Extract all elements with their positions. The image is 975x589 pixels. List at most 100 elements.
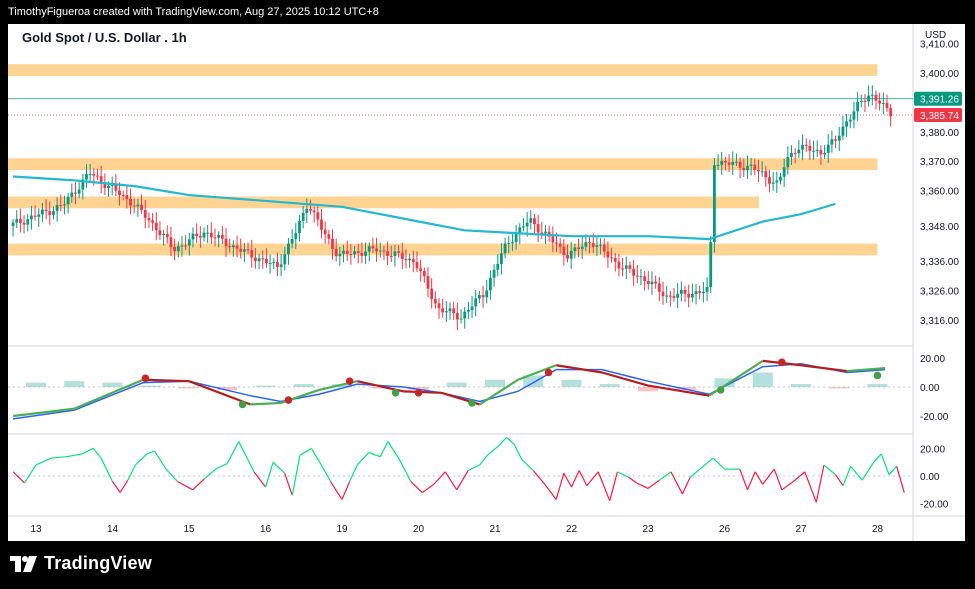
oscillator-axis-label: 20.00 [920,444,945,455]
candle-body [191,233,195,240]
candle-body [782,167,786,177]
oscillator-segment [570,470,580,488]
chart-card[interactable]: 3,316.00 3,326.00 3,336.00 3,348.00 3,360.00… [8,24,965,541]
candle-body [753,164,757,170]
macd-cross-dot [238,400,247,409]
candle-body [118,190,121,196]
candle-body [885,102,889,109]
candle-body [500,253,503,265]
candle-body [646,280,650,285]
candle-body [632,268,636,276]
zone-3 [8,243,878,256]
candle-body [757,169,760,172]
candle-body [786,156,790,168]
candle-body [720,160,724,165]
candle-body [672,296,676,298]
candle-body [158,230,162,236]
price-tick-label: 3,400.00 [920,69,959,80]
candle-body [353,251,356,255]
candle-body [525,222,529,227]
candle-body [768,177,771,184]
price-tick-label: 3,336.00 [920,257,959,268]
candle-body [15,219,19,223]
candle-body [812,150,815,152]
oscillator-segment [226,441,240,464]
oscillator-segment [498,436,507,447]
oscillator-segment [421,483,435,494]
candle-body [790,153,793,157]
oscillator-segment [880,453,890,475]
candle-body [408,258,412,261]
oscillator-segment [681,477,691,495]
candle-body [367,246,371,252]
candle-body [213,237,217,239]
oscillator-segment [135,453,148,466]
candle-body [830,139,834,145]
macd-signal-line [12,363,886,420]
candle-body [841,126,845,136]
candle-body [779,176,782,181]
candle-body [11,222,15,226]
candle-body [246,249,250,251]
candle-body [349,254,353,256]
candle-body [522,226,525,228]
oscillator-segment [12,471,25,484]
candle-body [378,250,382,252]
tradingview-logo[interactable]: TradingView [10,553,152,574]
candle-body [588,242,591,244]
candle-body [187,239,191,246]
candle-body [878,100,882,104]
oscillator-segment [146,450,155,455]
candle-body [400,252,404,260]
oscillator-segment [433,471,446,485]
candle-body [452,308,456,314]
candle-body [334,248,338,257]
oscillator-segment [24,464,37,484]
candle-body [676,293,680,298]
oscillator-segment [92,448,102,459]
candle-body [683,289,687,294]
candle-body [375,248,378,252]
price-tick-label: 3,316.00 [920,316,959,327]
candle-body [735,161,738,163]
candle-body [874,94,878,101]
candle-body [602,244,606,252]
candle-body [132,205,136,207]
candle-body [242,249,246,252]
macd-axis-label: 20.00 [920,354,945,365]
candle-body [206,232,210,234]
candle-body [217,234,221,238]
chart-svg[interactable]: 3,316.00 3,326.00 3,336.00 3,348.00 3,360.00… [8,24,965,541]
macd-line-segment [143,378,190,383]
candle-body [441,308,445,313]
candle-body [389,255,393,257]
candle-body [382,250,386,252]
candle-body [18,219,22,223]
candle-body [195,233,199,236]
time-tick-label: 19 [336,524,348,535]
candle-body [235,245,239,249]
candle-body [44,209,48,212]
candle-body [88,173,92,175]
candle-body [342,250,345,254]
candle-body [30,215,33,220]
candle-body [419,268,423,271]
oscillator-segment [762,468,775,485]
candle-body [430,288,434,299]
candle-body [360,253,364,256]
candle-body [801,144,804,150]
candle-body [555,242,558,244]
candle-body [298,220,301,234]
macd-histogram-bar [599,384,620,387]
candle-body [63,204,66,206]
candle-body [713,165,716,243]
macd-histogram-bar [867,384,888,387]
candle-body [628,265,632,269]
oscillator-segment [617,471,630,478]
candle-body [37,214,41,217]
candle-body [136,204,140,207]
oscillator-segment [861,461,875,481]
candle-body [301,212,305,221]
candle-body [470,306,474,310]
candle-body [33,215,37,217]
